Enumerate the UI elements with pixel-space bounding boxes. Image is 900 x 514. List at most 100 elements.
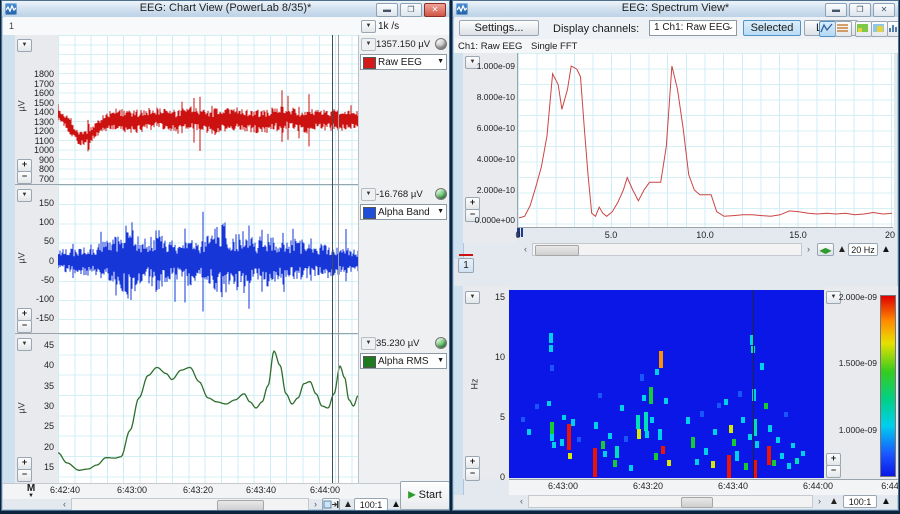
spectrogram-cell xyxy=(772,460,776,466)
channel3-value-dropdown-icon[interactable]: ▼ xyxy=(361,337,376,350)
spec-zoom-in-axis-icon[interactable]: ▲ xyxy=(881,496,891,507)
tick-label: 1700 xyxy=(16,79,54,89)
channel1-status-icon[interactable] xyxy=(435,38,447,50)
scroll-to-end-icon[interactable] xyxy=(322,498,340,511)
sample-rate-value[interactable]: 1k /s xyxy=(378,21,399,32)
waveform-trace xyxy=(58,90,358,151)
tick-label: 1100 xyxy=(16,136,54,146)
channel2-status-icon[interactable] xyxy=(435,188,447,200)
tick-label: 6:43:40 xyxy=(236,485,286,495)
stacked-plot-view-icon[interactable] xyxy=(835,21,852,37)
channel2-reading: -16.768 µV xyxy=(376,189,423,200)
fft-span[interactable]: 20 Hz xyxy=(848,243,878,256)
channel1-value-dropdown-icon[interactable]: ▼ xyxy=(361,38,376,51)
spec-scrollbar[interactable] xyxy=(528,495,813,508)
spectrogram-cell xyxy=(550,365,554,371)
fft-scroll-left-arrow[interactable]: ‹ xyxy=(519,243,532,256)
spectrogram-cell xyxy=(748,434,752,440)
close-button[interactable]: ✕ xyxy=(424,3,446,17)
channel-divider[interactable] xyxy=(15,333,358,334)
spectrogram-cell xyxy=(549,345,553,352)
channel2-selector[interactable]: Alpha Band ▼ xyxy=(360,204,447,220)
spectrogram-cell xyxy=(608,433,612,439)
channel1-selector[interactable]: Raw EEG ▼ xyxy=(360,54,447,70)
compression-ratio[interactable]: 100:1 xyxy=(354,498,388,511)
spectrum-line-view-icon[interactable] xyxy=(819,21,836,37)
spectrum-view-titlebar[interactable]: EEG: Spectrum View* ▬ ❐ ✕ xyxy=(453,1,898,18)
spectrogram-cell xyxy=(637,429,641,439)
settings-button[interactable]: Settings... xyxy=(459,20,539,36)
spectrogram-plot[interactable] xyxy=(509,290,824,478)
spectrogram-cell xyxy=(724,399,728,405)
marker-tool-icon[interactable]: M▼ xyxy=(24,484,38,503)
close-button[interactable]: ✕ xyxy=(873,3,895,17)
channel-divider[interactable] xyxy=(15,184,358,185)
fft-mode-label: Single FFT xyxy=(531,41,577,52)
spectrogram-cursor-line[interactable] xyxy=(753,290,754,478)
tick-label: 6:44:00 xyxy=(300,485,350,495)
color-scale-bar xyxy=(880,295,896,477)
tick-label: 1800 xyxy=(16,69,54,79)
channel1-scale-dropdown-icon[interactable]: ▼ xyxy=(17,39,32,52)
chart-cursor-line[interactable] xyxy=(332,35,333,483)
spectrogram-cell xyxy=(613,460,617,467)
rate-dropdown-icon[interactable]: ▼ xyxy=(361,20,376,33)
spec-zoom-out-axis-icon[interactable]: ▲ xyxy=(829,496,839,507)
tick-label: 6:43:20 xyxy=(173,485,223,495)
minimize-button[interactable]: ▬ xyxy=(825,3,847,17)
chart-cursor-line-2[interactable] xyxy=(338,35,339,483)
scrollbar-thumb[interactable] xyxy=(217,500,264,511)
scroll-right-arrow[interactable]: › xyxy=(309,498,322,511)
histogram-view-icon[interactable] xyxy=(887,21,899,37)
fit-width-icon[interactable]: ◀▶ xyxy=(817,243,834,256)
spectrogram-cell xyxy=(642,395,646,401)
spectrogram-cell xyxy=(695,459,699,465)
fft-plot[interactable] xyxy=(517,53,894,227)
minimize-button[interactable]: ▬ xyxy=(376,3,398,17)
start-button[interactable]: ▶ Start xyxy=(400,481,450,510)
spectrogram-cell xyxy=(755,441,759,448)
channel3-selector[interactable]: Alpha RMS ▼ xyxy=(360,353,447,369)
fft-zoom-in-axis-icon[interactable]: ▲ xyxy=(881,244,891,255)
tick-label: 20 xyxy=(16,442,54,452)
raw-eeg-plot[interactable] xyxy=(58,35,358,185)
spectrogram-cell xyxy=(667,460,671,466)
fft-scrollbar-thumb[interactable] xyxy=(535,245,579,256)
tick-label: 0 xyxy=(463,472,505,482)
chart-view-titlebar[interactable]: EEG: Chart View (PowerLab 8/35)* ▬ ❐ ✕ xyxy=(2,1,449,18)
spec-scroll-right-arrow[interactable]: › xyxy=(813,495,826,508)
horizontal-scrollbar[interactable] xyxy=(71,498,309,511)
spectrogram-cell xyxy=(727,455,731,478)
spec-scrollbar-thumb[interactable] xyxy=(681,497,713,508)
fft-zoom-out-axis-icon[interactable]: ▲ xyxy=(837,244,847,255)
fft-scrollbar[interactable] xyxy=(532,243,802,256)
channel2-name: Alpha Band xyxy=(378,207,430,218)
color-spectrogram-view-icon[interactable] xyxy=(855,21,872,37)
channel1-name: Raw EEG xyxy=(378,57,422,68)
channel-select[interactable]: 1 Ch1: Raw EEG ⌄ xyxy=(649,20,737,36)
display-channels-label: Display channels: xyxy=(553,23,639,35)
channel2-value-dropdown-icon[interactable]: ▼ xyxy=(361,188,376,201)
maximize-button[interactable]: ❐ xyxy=(849,3,871,17)
channel3-status-icon[interactable] xyxy=(435,337,447,349)
spectrogram-cell xyxy=(700,411,704,417)
channel3-dropdown-icon: ▼ xyxy=(437,357,444,364)
maximize-button[interactable]: ❐ xyxy=(400,3,422,17)
tick-label: 150 xyxy=(16,198,54,208)
channel-tab-1[interactable]: 1 xyxy=(458,258,474,273)
spectrogram-cell xyxy=(560,439,564,446)
waterfall-view-icon[interactable] xyxy=(871,21,888,37)
colorbar-zoom-out-button[interactable]: − xyxy=(826,465,841,478)
selected-toggle-button[interactable]: Selected xyxy=(743,20,801,36)
channel3-color-swatch xyxy=(363,356,376,368)
scroll-left-arrow[interactable]: ‹ xyxy=(58,498,71,511)
tick-label: 1400 xyxy=(16,107,54,117)
spec-scroll-left-arrow[interactable]: ‹ xyxy=(515,495,528,508)
fft-scroll-right-arrow[interactable]: › xyxy=(802,243,815,256)
zoom-out-axis-icon[interactable]: ▲ xyxy=(343,499,353,510)
alpha-band-plot[interactable] xyxy=(58,185,358,334)
spectrogram-cell xyxy=(640,374,644,381)
spec-compression-ratio[interactable]: 100:1 xyxy=(843,495,877,508)
alpha-rms-plot[interactable] xyxy=(58,334,358,483)
channel1-color-swatch xyxy=(363,57,376,69)
